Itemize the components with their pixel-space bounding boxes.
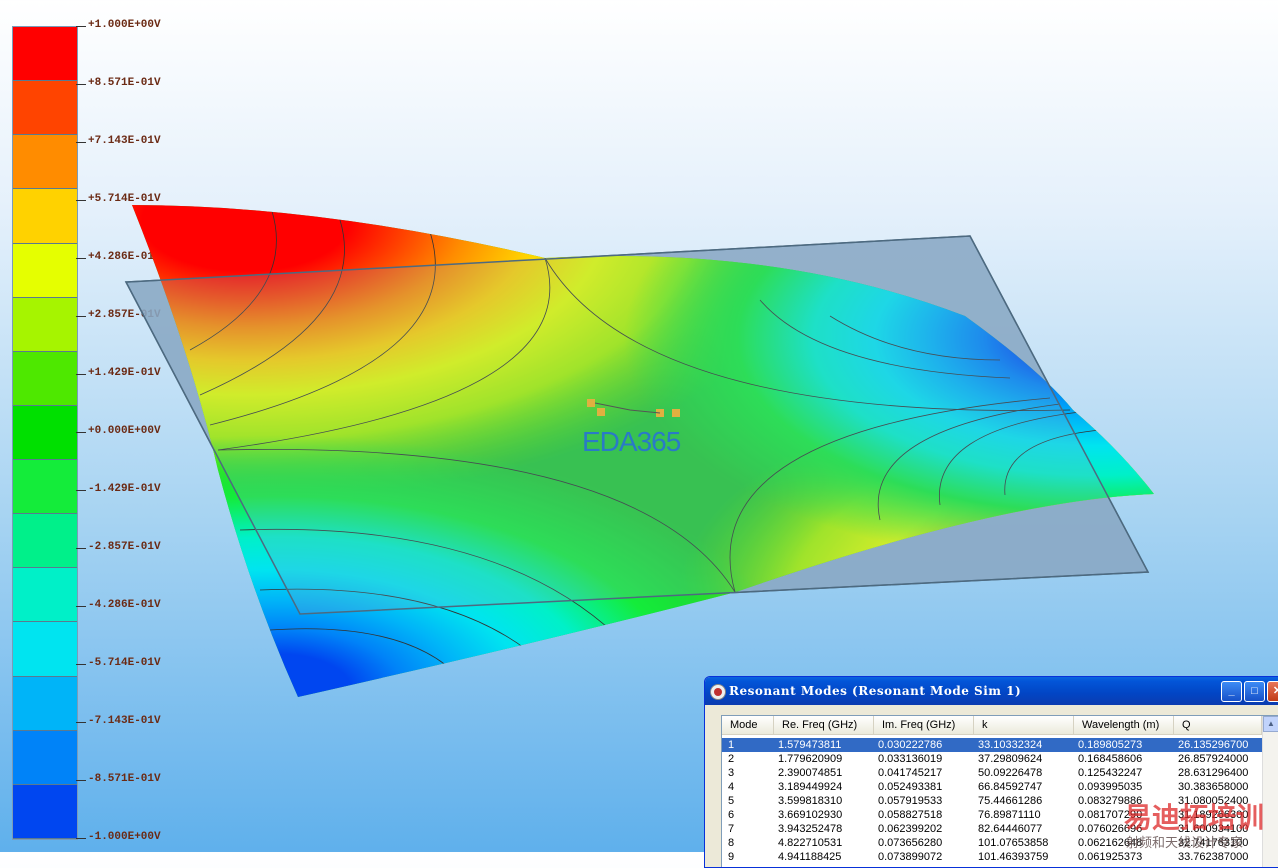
table-cell: 7 [728,823,735,835]
dialog-titlebar[interactable]: Resonant Modes (Resonant Mode Sim 1) _ □… [705,677,1278,705]
table-cell: 8 [728,837,735,849]
table-header: Mode Re. Freq (GHz) Im. Freq (GHz) k Wav… [722,716,1278,735]
table-row[interactable]: 3 2.390074851 0.041745217 50.09226478 0.1254… [722,766,1262,780]
site-logo-watermark: 易迪拓培训 [1124,801,1265,834]
maximize-button[interactable]: □ [1244,681,1265,702]
table-cell: 0.073656280 [878,837,943,849]
minimize-button[interactable]: _ [1221,681,1242,702]
table-row[interactable]: 9 4.941188425 0.073899072 101.46393759 0.061… [722,850,1262,864]
table-cell: 0.093995035 [1078,781,1143,793]
table-cell: 9 [728,851,735,863]
table-cell: 0.058827518 [878,809,943,821]
table-cell: 101.46393759 [978,851,1049,863]
table-cell: 0.041745217 [878,767,943,779]
column-header-re-freq[interactable]: Re. Freq (GHz) [774,716,874,734]
table-cell: 2 [728,753,735,765]
table-cell: 37.29809624 [978,753,1043,765]
table-cell: 75.44661286 [978,795,1043,807]
table-cell: 0.125432247 [1078,767,1143,779]
table-cell: 3.189449924 [778,781,843,793]
table-cell: 82.64446077 [978,823,1043,835]
table-cell: 0.062399202 [878,823,943,835]
table-cell: 4.941188425 [778,851,842,863]
column-header-wavelength[interactable]: Wavelength (m) [1074,716,1174,734]
table-cell: 33.762387000 [1178,851,1249,863]
table-cell: 1 [728,739,735,751]
table-cell: 4 [728,781,735,793]
column-header-im-freq[interactable]: Im. Freq (GHz) [874,716,974,734]
table-cell: 0.057919533 [878,795,943,807]
vertical-scrollbar[interactable]: ▲ [1262,716,1278,867]
dialog-title: Resonant Modes (Resonant Mode Sim 1) [729,684,1022,698]
table-cell: 0.052493381 [878,781,943,793]
table-cell: 3 [728,767,735,779]
table-cell: 0.189805273 [1078,739,1143,751]
site-tagline-watermark: 射频和天线设计专家 [1126,835,1244,850]
column-header-k[interactable]: k [974,716,1074,734]
table-cell: 4.822710531 [778,837,843,849]
table-cell: 30.383658000 [1178,781,1249,793]
table-cell: 0.073899072 [878,851,943,863]
table-row[interactable]: 4 3.189449924 0.052493381 66.84592747 0.0939… [722,780,1262,794]
table-cell: 50.09226478 [978,767,1043,779]
table-cell: 3.943252478 [778,823,843,835]
ground-plane-front [124,235,1150,615]
table-cell: 28.631296400 [1178,767,1249,779]
app-icon [710,684,726,700]
table-row[interactable]: 1 1.579473811 0.030222786 33.10332324 0.1898… [722,738,1262,752]
scroll-up-arrow-icon[interactable]: ▲ [1263,716,1278,732]
table-cell: 2.390074851 [778,767,843,779]
column-header-mode[interactable]: Mode [722,716,774,734]
eda365-watermark: EDA365 [582,426,681,457]
table-row[interactable]: 2 1.779620909 0.033136019 37.29809624 0.1684… [722,752,1262,766]
table-cell: 1.779620909 [778,753,843,765]
table-cell: 66.84592747 [978,781,1043,793]
close-button[interactable]: ✕ [1267,681,1278,702]
table-cell: 0.033136019 [878,753,943,765]
table-cell: 101.07653858 [978,837,1049,849]
column-header-q[interactable]: Q [1174,716,1262,734]
table-cell: 33.10332324 [978,739,1043,751]
table-cell: 6 [728,809,735,821]
table-cell: 0.061925373 [1078,851,1143,863]
table-cell: 5 [728,795,735,807]
table-cell: 26.135296700 [1178,739,1249,751]
table-cell: 0.168458606 [1078,753,1143,765]
table-cell: 76.89871110 [978,809,1041,821]
table-cell: 26.857924000 [1178,753,1249,765]
table-cell: 1.579473811 [778,739,842,751]
table-cell: 3.669102930 [778,809,843,821]
table-cell: 3.599818310 [778,795,843,807]
table-cell: 0.030222786 [878,739,943,751]
